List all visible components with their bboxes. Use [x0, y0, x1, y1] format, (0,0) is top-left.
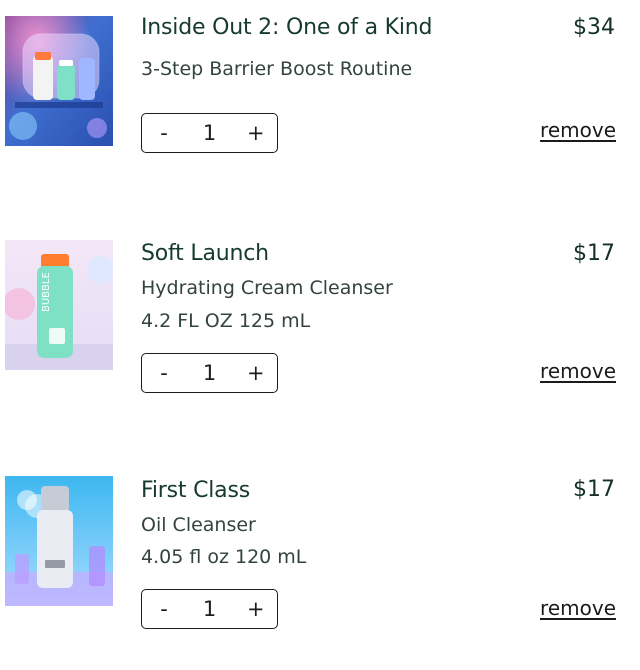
- quantity-value[interactable]: 1: [190, 597, 230, 621]
- product-price: $17: [573, 241, 615, 266]
- increase-quantity-button[interactable]: +: [247, 597, 265, 621]
- remove-link[interactable]: remove: [540, 596, 616, 620]
- remove-link[interactable]: remove: [540, 118, 616, 142]
- product-title[interactable]: Soft Launch: [141, 241, 269, 266]
- quantity-value[interactable]: 1: [190, 361, 230, 385]
- quantity-stepper: - 1 +: [141, 353, 278, 393]
- product-image[interactable]: BUBBLE: [5, 240, 113, 370]
- product-image[interactable]: [5, 476, 113, 606]
- svg-text:BUBBLE: BUBBLE: [41, 272, 52, 312]
- cart-item: BUBBLE Soft Launch Hydrating Cream Clean…: [0, 235, 640, 435]
- decrease-quantity-button[interactable]: -: [156, 597, 172, 621]
- product-subtitle: Oil Cleanser: [141, 514, 256, 536]
- increase-quantity-button[interactable]: +: [247, 361, 265, 385]
- quantity-stepper: - 1 +: [141, 113, 278, 153]
- decrease-quantity-button[interactable]: -: [156, 361, 172, 385]
- quantity-stepper: - 1 +: [141, 589, 278, 629]
- product-price: $17: [573, 477, 615, 502]
- product-subtitle: Hydrating Cream Cleanser: [141, 277, 393, 299]
- quantity-value[interactable]: 1: [190, 121, 230, 145]
- product-size: 4.05 fl oz 120 mL: [141, 546, 307, 568]
- cart-item: Inside Out 2: One of a Kind 3-Step Barri…: [0, 0, 640, 200]
- decrease-quantity-button[interactable]: -: [156, 121, 172, 145]
- product-size: 4.2 FL OZ 125 mL: [141, 310, 311, 332]
- product-title[interactable]: Inside Out 2: One of a Kind: [141, 15, 432, 40]
- increase-quantity-button[interactable]: +: [247, 121, 265, 145]
- product-subtitle: 3-Step Barrier Boost Routine: [141, 58, 413, 80]
- product-image[interactable]: [5, 16, 113, 146]
- product-title[interactable]: First Class: [141, 478, 250, 503]
- product-price: $34: [573, 15, 615, 40]
- cart-item: First Class Oil Cleanser 4.05 fl oz 120 …: [0, 470, 640, 670]
- remove-link[interactable]: remove: [540, 359, 616, 383]
